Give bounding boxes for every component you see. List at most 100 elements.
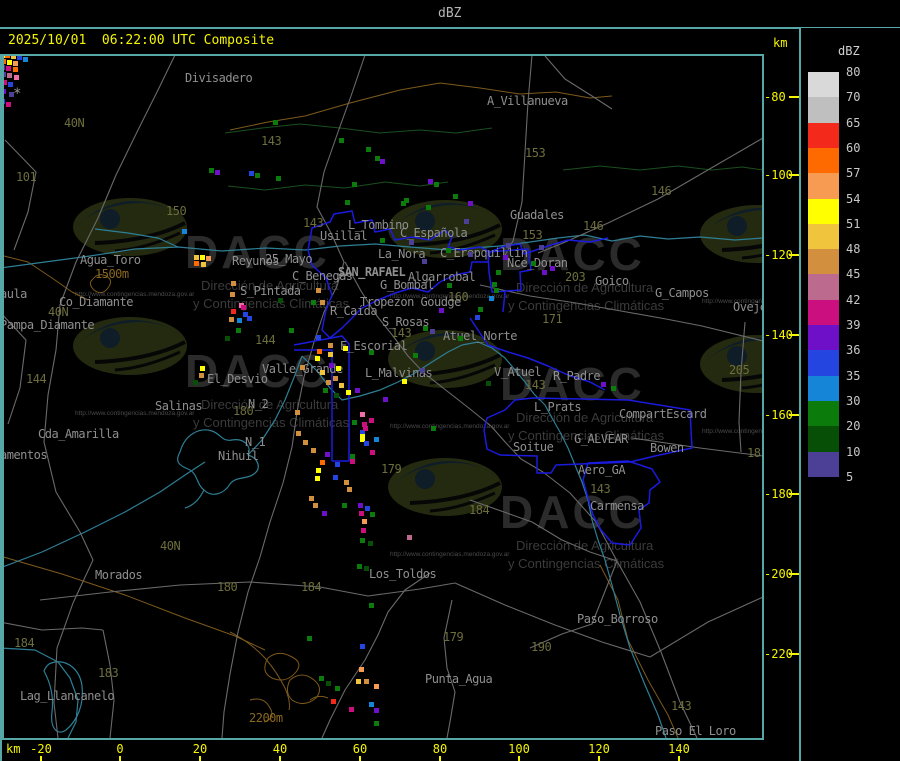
- elevation-label: 1500m: [95, 267, 129, 281]
- radar-echo: [434, 182, 439, 187]
- radar-echo: [182, 229, 187, 234]
- radar-echo: [300, 365, 305, 370]
- radar-echo: [255, 173, 260, 178]
- place-label: C_Benegas: [292, 269, 353, 283]
- road-layer-path: [102, 629, 115, 739]
- radar-echo: [335, 462, 340, 467]
- radar-echo: [402, 379, 407, 384]
- radar-echo: [295, 410, 300, 415]
- radar-echo: [23, 57, 28, 62]
- radar-echo: [601, 382, 606, 387]
- radar-echo: [7, 73, 12, 78]
- radar-echo: [329, 363, 334, 368]
- radar-echo: [475, 315, 480, 320]
- radar-echo: [468, 201, 473, 206]
- radar-echo: [345, 200, 350, 205]
- radar-echo: [375, 156, 380, 161]
- radar-echo: [316, 288, 321, 293]
- legend-value-label: 51: [846, 217, 861, 231]
- route-label: 180: [217, 580, 237, 594]
- legend-swatch: [808, 325, 839, 350]
- radar-echo: [458, 336, 463, 341]
- route-label: 143: [261, 134, 281, 148]
- radar-echo: [193, 380, 198, 385]
- radar-echo: [200, 366, 205, 371]
- place-label: Paso El Loro: [655, 724, 736, 738]
- radar-echo: [317, 349, 322, 354]
- legend-swatch: [808, 148, 839, 173]
- legend-swatch: [808, 173, 839, 199]
- legend-value-label: 48: [846, 242, 861, 256]
- radar-echo: [231, 281, 236, 286]
- place-label: Agua_Toro: [80, 253, 141, 267]
- radar-echo: [464, 219, 469, 224]
- radar-echo: [420, 368, 425, 373]
- radar-echo: [328, 343, 333, 348]
- radar-echo: [201, 262, 206, 267]
- radar-echo: [358, 503, 363, 508]
- place-label: N_2: [248, 397, 268, 411]
- radar-echo: [313, 503, 318, 508]
- radar-echo: [347, 487, 352, 492]
- bottom-axis-label: 20: [193, 742, 207, 756]
- route-label: 184: [469, 503, 489, 517]
- right-axis-label: -180: [764, 487, 793, 501]
- radar-echo: [492, 282, 497, 287]
- place-label: Bowen: [650, 441, 684, 455]
- radar-echo: [355, 388, 360, 393]
- radar-echo: [360, 644, 365, 649]
- radar-echo: [369, 603, 374, 608]
- right-axis-label: -100: [764, 168, 793, 182]
- place-label: Divisadero: [185, 71, 253, 85]
- radar-echo: [357, 564, 362, 569]
- radar-echo: [369, 702, 374, 707]
- bottom-axis-label: 60: [353, 742, 367, 756]
- radar-echo: [360, 538, 365, 543]
- place-label: El_Desvio: [207, 372, 268, 386]
- radar-echo: [447, 283, 452, 288]
- legend-value-label: 10: [846, 445, 861, 459]
- radar-echo: [14, 75, 19, 80]
- radar-echo: [231, 309, 236, 314]
- misc-label: *: [13, 86, 21, 102]
- legend-swatch: [808, 123, 839, 148]
- radar-echo: [278, 298, 283, 303]
- radar-echo: [344, 480, 349, 485]
- radar-echo: [335, 686, 340, 691]
- place-label: Reyunos: [232, 254, 279, 268]
- place-label: Goico: [595, 274, 629, 288]
- radar-echo: [369, 350, 374, 355]
- misc-label-layer: *: [13, 86, 22, 102]
- radar-echo: [311, 300, 316, 305]
- radar-echo: [307, 636, 312, 641]
- bottom-axis-label: -20: [30, 742, 52, 756]
- legend-value-label: 5: [846, 470, 854, 484]
- legend-value-label: 35: [846, 369, 861, 383]
- radar-echo: [383, 397, 388, 402]
- radar-echo: [315, 476, 320, 481]
- radar-echo: [363, 426, 368, 431]
- route-label: 143: [671, 699, 691, 713]
- radar-echo: [350, 454, 355, 459]
- place-label: CompartEscard: [619, 407, 707, 421]
- radar-echo: [323, 388, 328, 393]
- radar-echo: [342, 503, 347, 508]
- place-label: S_Pintada: [240, 284, 301, 298]
- radar-echo: [431, 426, 436, 431]
- radar-echo: [369, 418, 374, 423]
- radar-echo: [334, 393, 339, 398]
- radar-echo: [309, 496, 314, 501]
- road-layer-path: [649, 596, 763, 658]
- legend-value-label: 39: [846, 318, 861, 332]
- bottom-axis: -20 0 20 40 60 80 100 120 140: [30, 742, 690, 761]
- watermark-line1: Dirección de Agricultura: [201, 397, 339, 412]
- radar-echo: [359, 667, 364, 672]
- right-axis-label: -200: [764, 567, 793, 581]
- radar-echo: [453, 194, 458, 199]
- bottom-axis-label: 140: [668, 742, 690, 756]
- radar-echo: [409, 240, 414, 245]
- road-layer-path: [443, 599, 456, 739]
- radar-echo: [430, 329, 435, 334]
- legend-value-label: 54: [846, 192, 861, 206]
- place-label: Nce_Doran: [507, 256, 568, 270]
